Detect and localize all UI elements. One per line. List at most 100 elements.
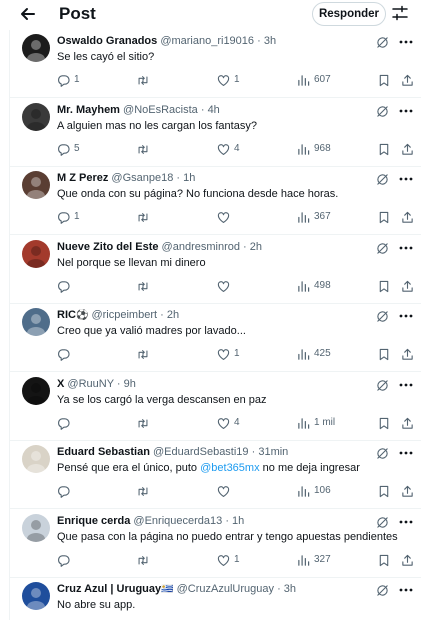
avatar[interactable] — [22, 171, 50, 199]
display-name[interactable]: Enrique cerda — [57, 515, 130, 527]
reply-header: Enrique cerda @Enriquecerda13 · 1h — [57, 514, 244, 528]
more-icon[interactable] — [398, 515, 414, 529]
separator-dot: · — [157, 309, 167, 321]
timestamp[interactable]: 9h — [124, 378, 136, 390]
avatar[interactable] — [22, 308, 50, 336]
reply-text-part: no me deja ingresar — [259, 462, 360, 474]
separator-dot: · — [274, 583, 284, 595]
reply-text: No abre su app. — [57, 599, 136, 611]
more-icon[interactable] — [398, 35, 414, 49]
reply-header: Nueve Zito del Este @andresminrod · 2h — [57, 240, 262, 254]
separator-dot: · — [239, 241, 250, 253]
more-icon[interactable] — [398, 172, 414, 186]
timestamp[interactable]: 1h — [183, 172, 195, 184]
avatar[interactable] — [22, 103, 50, 131]
timestamp[interactable]: 31min — [258, 446, 288, 458]
sliders-icon[interactable] — [392, 5, 408, 21]
avatar[interactable] — [22, 377, 50, 405]
like-count: 4 — [234, 143, 240, 154]
arrow-left-icon[interactable] — [18, 4, 38, 24]
more-icon[interactable] — [398, 446, 414, 460]
reply-count: 1 — [74, 74, 80, 85]
username[interactable]: @mariano_ri19016 — [160, 35, 254, 47]
reply-button[interactable]: Responder — [312, 2, 386, 26]
grok-icon[interactable] — [376, 242, 389, 255]
like-count: 1 — [234, 74, 240, 85]
separator-dot: · — [113, 378, 124, 390]
more-icon[interactable] — [398, 378, 414, 392]
reply-item[interactable]: Mr. Mayhem @NoEsRacista · 4h A alguien ma… — [10, 99, 421, 167]
avatar[interactable] — [22, 34, 50, 62]
display-name[interactable]: Nueve Zito del Este — [57, 241, 158, 253]
timestamp[interactable]: 3h — [264, 35, 276, 47]
mention-link[interactable]: @bet365mx — [200, 462, 259, 474]
like-count: 4 — [234, 417, 240, 428]
timestamp[interactable]: 4h — [208, 104, 220, 116]
reply-header: M Z Perez @Gsanpe18 · 1h — [57, 171, 195, 185]
reply-text: A alguien mas no les cargan los fantasy? — [57, 120, 257, 132]
username[interactable]: @RuuNY — [67, 378, 113, 390]
more-icon[interactable] — [398, 583, 414, 597]
reply-item[interactable]: Cruz Azul | Uruguay🇺🇾 @CruzAzulUruguay ·… — [10, 578, 421, 620]
grok-icon[interactable] — [376, 173, 389, 186]
avatar[interactable] — [22, 445, 50, 473]
username[interactable]: @EduardSebasti19 — [153, 446, 249, 458]
grok-icon[interactable] — [376, 379, 389, 392]
avatar[interactable] — [22, 514, 50, 542]
username[interactable]: @ricpeimbert — [91, 309, 157, 321]
action-bar: 498 — [57, 278, 417, 294]
reply-item[interactable]: X @RuuNY · 9h Ya se los cargó la verga de… — [10, 373, 421, 441]
reply-text: Pensé que era el único, puto @bet365mx n… — [57, 461, 360, 475]
replies-feed: Oswaldo Granados @mariano_ri19016 · 3h Se… — [9, 30, 428, 620]
grok-icon[interactable] — [376, 516, 389, 529]
display-name[interactable]: M Z Perez — [57, 172, 108, 184]
grok-icon[interactable] — [376, 447, 389, 460]
avatar[interactable] — [22, 582, 50, 610]
username[interactable]: @andresminrod — [162, 241, 240, 253]
view-count: 968 — [314, 143, 331, 154]
like-count: 1 — [234, 348, 240, 359]
timestamp[interactable]: 2h — [250, 241, 262, 253]
grok-icon[interactable] — [376, 105, 389, 118]
action-bar: 5 4 968 — [57, 141, 417, 157]
display-name[interactable]: Mr. Mayhem — [57, 104, 120, 116]
timestamp[interactable]: 3h — [284, 583, 296, 595]
reply-header: X @RuuNY · 9h — [57, 377, 136, 391]
reply-text: Que pasa con la página no puedo entrar y… — [57, 531, 398, 543]
display-name[interactable]: X — [57, 378, 64, 390]
display-name[interactable]: Cruz Azul | Uruguay — [57, 583, 161, 595]
more-icon[interactable] — [398, 104, 414, 118]
more-icon[interactable] — [398, 241, 414, 255]
more-icon[interactable] — [398, 309, 414, 323]
username[interactable]: @NoEsRacista — [123, 104, 198, 116]
separator-dot: · — [197, 104, 208, 116]
grok-icon[interactable] — [376, 36, 389, 49]
action-bar: 4 1 mil — [57, 415, 417, 431]
avatar[interactable] — [22, 240, 50, 268]
reply-header: RIC⚽ @ricpeimbert · 2h — [57, 308, 179, 323]
display-name[interactable]: Eduard Sebastian — [57, 446, 150, 458]
action-bar: 1 425 — [57, 346, 417, 362]
timestamp[interactable]: 2h — [167, 309, 179, 321]
reply-item[interactable]: Nueve Zito del Este @andresminrod · 2h Ne… — [10, 236, 421, 304]
display-name[interactable]: RIC — [57, 309, 76, 321]
action-bar: 1 367 — [57, 209, 417, 225]
timestamp[interactable]: 1h — [232, 515, 244, 527]
reply-item[interactable]: Enrique cerda @Enriquecerda13 · 1h Que pa… — [10, 510, 421, 578]
reply-item[interactable]: RIC⚽ @ricpeimbert · 2h Creo que ya valió … — [10, 304, 421, 372]
grok-icon[interactable] — [376, 584, 389, 597]
view-count: 1 mil — [314, 417, 336, 428]
reply-item[interactable]: M Z Perez @Gsanpe18 · 1h Que onda con su … — [10, 167, 421, 235]
separator-dot: · — [222, 515, 233, 527]
display-name[interactable]: Oswaldo Granados — [57, 35, 157, 47]
username[interactable]: @Gsanpe18 — [111, 172, 173, 184]
action-bar: 1 1 607 — [57, 72, 417, 88]
grok-icon[interactable] — [376, 310, 389, 323]
reply-item[interactable]: Eduard Sebastian @EduardSebasti19 · 31mi… — [10, 441, 421, 509]
reply-header: Eduard Sebastian @EduardSebasti19 · 31mi… — [57, 445, 288, 459]
reply-text-part: Pensé que era el único, puto — [57, 462, 201, 474]
username[interactable]: @CruzAzulUruguay — [177, 583, 274, 595]
reply-item[interactable]: Oswaldo Granados @mariano_ri19016 · 3h Se… — [10, 30, 421, 98]
username[interactable]: @Enriquecerda13 — [133, 515, 222, 527]
like-count: 1 — [234, 554, 240, 565]
